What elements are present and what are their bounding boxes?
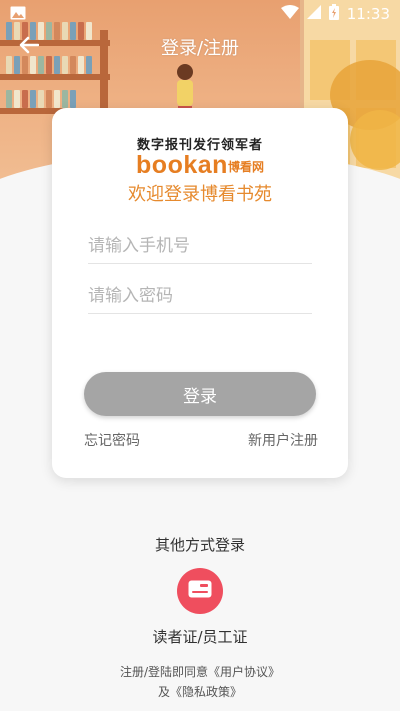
login-button[interactable]: 登录 — [84, 372, 316, 416]
other-login-title: 其他方式登录 — [154, 536, 245, 554]
arrow-left-icon — [19, 36, 40, 58]
user-agreement-link[interactable]: 《用户协议》 — [208, 665, 280, 679]
image-icon — [10, 5, 26, 24]
agreement-text: 注册/登陆即同意《用户协议》 及《隐私政策》 — [0, 662, 400, 702]
status-time: 11:33 — [346, 5, 390, 23]
reader-card-login-button[interactable] — [177, 568, 223, 614]
login-card: 数字报刊发行领军者 bookan博看网 欢迎登录博看书苑 登录 忘记密码 新用户… — [52, 108, 348, 478]
nav-bar: 登录/注册 — [0, 28, 400, 66]
privacy-policy-link[interactable]: 《隐私政策》 — [170, 685, 242, 699]
agreement-prefix: 注册/登陆即同意 — [119, 665, 209, 679]
phone-input[interactable] — [88, 235, 312, 256]
status-bar: 11:33 — [0, 0, 400, 28]
phone-field — [88, 228, 312, 264]
reader-card-login-label: 读者证/员工证 — [152, 628, 248, 646]
battery-charging-icon — [328, 4, 339, 24]
password-field — [88, 278, 312, 314]
logo-brand-cn: 博看网 — [227, 160, 264, 174]
back-button[interactable] — [14, 34, 44, 60]
logo-brand-en: bookan — [136, 151, 228, 179]
register-link[interactable]: 新用户注册 — [248, 430, 318, 450]
forgot-password-link[interactable]: 忘记密码 — [84, 430, 140, 450]
bookan-logo: 数字报刊发行领军者 bookan博看网 — [52, 134, 348, 180]
welcome-text: 欢迎登录博看书苑 — [128, 184, 272, 205]
wifi-icon — [280, 5, 299, 23]
password-input[interactable] — [88, 285, 312, 306]
page-title: 登录/注册 — [160, 38, 240, 59]
agreement-and: 及 — [157, 685, 170, 699]
card-icon — [188, 580, 212, 602]
signal-icon — [306, 5, 321, 23]
